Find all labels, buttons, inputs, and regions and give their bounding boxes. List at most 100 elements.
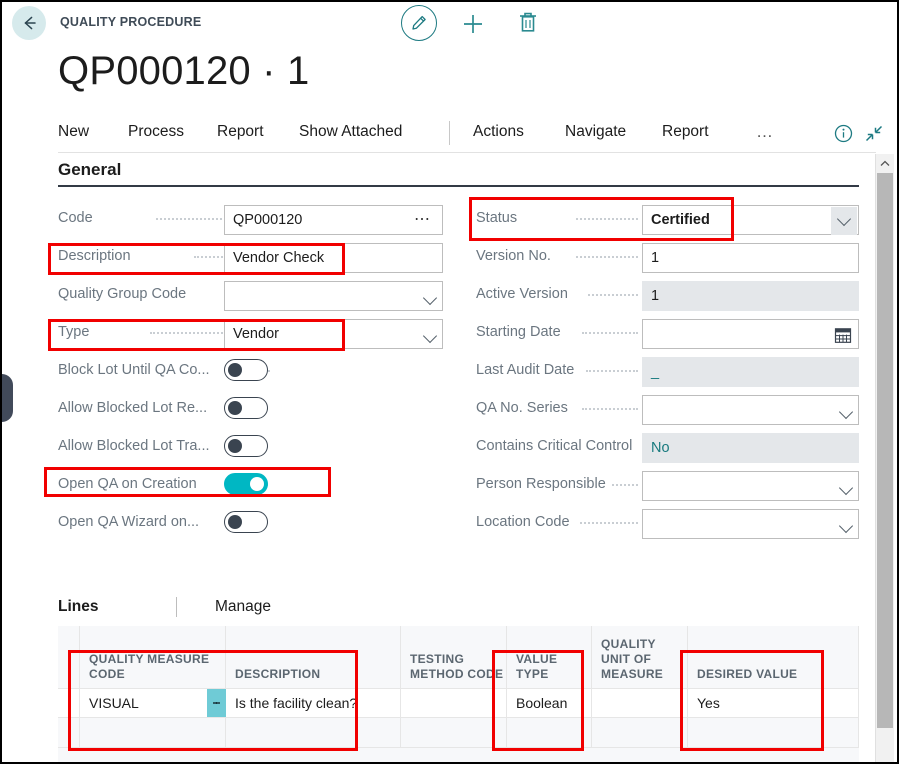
status-input[interactable]: Certified	[642, 205, 859, 235]
new-button[interactable]	[460, 11, 488, 39]
description-input[interactable]: Vendor Check	[224, 243, 443, 273]
new-row-cell[interactable]	[401, 718, 507, 748]
code-value: QP000120	[233, 212, 302, 228]
field-label-type: Type	[58, 324, 89, 340]
assist-edit-icon[interactable]: ⋯	[414, 213, 432, 227]
ribbon-item-navigate[interactable]: Navigate	[565, 120, 626, 144]
type-input[interactable]: Vendor	[224, 319, 443, 349]
breadcrumb[interactable]: QUALITY PROCEDURE	[60, 15, 201, 29]
collapse-arrows-icon	[864, 124, 884, 143]
field-label-description: Description	[58, 248, 131, 264]
leader-dots	[580, 522, 638, 525]
field-label-block-lot-until-qa-complete: Block Lot Until QA Co...	[58, 362, 210, 378]
lines-tab-strip: Lines Manage	[58, 588, 859, 627]
last-audit-date-value: _	[651, 364, 659, 380]
back-button[interactable]	[12, 6, 46, 40]
table-row[interactable]: Yes	[688, 688, 859, 718]
grid-header-desired-value[interactable]: DESIRED VALUE	[688, 626, 859, 688]
quality-procedure-page: QUALITY PROCEDURE	[0, 0, 899, 764]
new-row-cell[interactable]	[80, 718, 226, 748]
location-code-input[interactable]	[642, 509, 859, 539]
tab-divider	[176, 597, 177, 617]
version-no-input[interactable]: 1	[642, 243, 859, 273]
chevron-down-icon[interactable]	[831, 207, 857, 235]
tab-manage[interactable]: Manage	[215, 598, 271, 616]
field-last-audit-date: Last Audit Date _	[476, 357, 859, 387]
ribbon-item-process[interactable]: Process	[128, 120, 184, 144]
ribbon-overflow-button[interactable]: …	[756, 123, 775, 141]
trash-icon	[516, 10, 540, 36]
table-row[interactable]: Boolean	[507, 688, 592, 718]
code-input[interactable]: QP000120 ⋯	[224, 205, 443, 235]
field-open-qa-wizard-on-creation: Open QA Wizard on...	[58, 509, 443, 539]
person-responsible-input[interactable]	[642, 471, 859, 501]
field-label-allow-blocked-lot-receipt: Allow Blocked Lot Re...	[58, 400, 207, 416]
leader-dots	[582, 408, 638, 411]
info-button[interactable]	[834, 124, 853, 148]
chevron-down-icon[interactable]	[839, 481, 853, 495]
qa-no-series-input[interactable]	[642, 395, 859, 425]
new-row-cell[interactable]	[226, 718, 401, 748]
section-title-general[interactable]: General	[58, 160, 121, 180]
quality-group-code-input[interactable]	[224, 281, 443, 311]
field-label-starting-date: Starting Date	[476, 324, 561, 340]
open-qa-on-creation-toggle[interactable]	[224, 473, 268, 495]
vertical-scrollbar[interactable]	[875, 154, 894, 764]
scrollbar-thumb[interactable]	[877, 173, 893, 728]
ribbon-item-actions[interactable]: Actions	[473, 120, 524, 144]
table-row[interactable]: Is the facility clean?	[226, 688, 401, 718]
left-flyout-handle[interactable]	[0, 374, 13, 422]
table-row[interactable]: VISUAL	[80, 688, 226, 718]
block-lot-until-qa-complete-toggle[interactable]	[224, 359, 268, 381]
tab-lines[interactable]: Lines	[58, 598, 98, 616]
leader-dots	[588, 294, 638, 297]
field-label-status: Status	[476, 210, 517, 226]
delete-button[interactable]	[516, 10, 544, 38]
scroll-up-button[interactable]	[876, 154, 894, 172]
field-label-location-code: Location Code	[476, 514, 570, 530]
leader-dots	[586, 370, 638, 373]
active-version-value-box: 1	[642, 281, 859, 311]
grid-header-testing-method-code[interactable]: TESTING METHOD CODE	[401, 626, 507, 688]
new-row-cell[interactable]	[688, 718, 859, 748]
ribbon-item-show-attached[interactable]: Show Attached	[299, 120, 402, 144]
ribbon-item-report-2[interactable]: Report	[662, 120, 709, 144]
field-code: Code QP000120 ⋯	[58, 205, 443, 235]
chevron-down-icon[interactable]	[423, 329, 437, 343]
new-row-selector[interactable]	[58, 718, 80, 748]
table-row[interactable]	[592, 688, 688, 718]
contains-critical-control-value: No	[651, 440, 670, 456]
chevron-down-icon[interactable]	[839, 405, 853, 419]
field-quality-group-code: Quality Group Code	[58, 281, 443, 311]
kebab-menu-icon[interactable]	[207, 689, 226, 717]
chevron-down-icon[interactable]	[423, 291, 437, 305]
edit-button[interactable]	[401, 5, 437, 41]
new-row-cell[interactable]	[507, 718, 592, 748]
open-qa-wizard-on-creation-toggle[interactable]	[224, 511, 268, 533]
grid-header-quality-unit-of-measure[interactable]: QUALITY UNIT OF MEASURE	[592, 626, 688, 688]
field-label-version-no: Version No.	[476, 248, 551, 264]
field-contains-critical-control: Contains Critical Control No	[476, 433, 859, 463]
field-location-code: Location Code	[476, 509, 859, 539]
table-row[interactable]	[401, 688, 507, 718]
field-label-active-version: Active Version	[476, 286, 568, 302]
table-row-selector[interactable]	[58, 688, 80, 718]
starting-date-input[interactable]	[642, 319, 859, 349]
grid-header-description[interactable]: DESCRIPTION	[226, 626, 401, 688]
description-value: Vendor Check	[233, 250, 324, 266]
grid-header-quality-measure-code[interactable]: QUALITY MEASURE CODE	[80, 626, 226, 688]
new-row-cell[interactable]	[592, 718, 688, 748]
active-version-value: 1	[651, 288, 659, 304]
chevron-down-icon[interactable]	[839, 519, 853, 533]
ribbon-item-report[interactable]: Report	[217, 120, 264, 144]
calendar-icon[interactable]	[834, 326, 852, 349]
collapse-ribbon-button[interactable]	[864, 124, 884, 148]
field-label-open-qa-on-creation: Open QA on Creation	[58, 476, 197, 492]
field-allow-blocked-lot-receipt: Allow Blocked Lot Re...	[58, 395, 443, 425]
version-no-value: 1	[651, 250, 659, 266]
back-arrow-icon	[19, 13, 39, 33]
allow-blocked-lot-receipt-toggle[interactable]	[224, 397, 268, 419]
allow-blocked-lot-transfer-toggle[interactable]	[224, 435, 268, 457]
grid-header-value-type[interactable]: VALUE TYPE	[507, 626, 592, 688]
ribbon-item-new[interactable]: New	[58, 120, 89, 144]
